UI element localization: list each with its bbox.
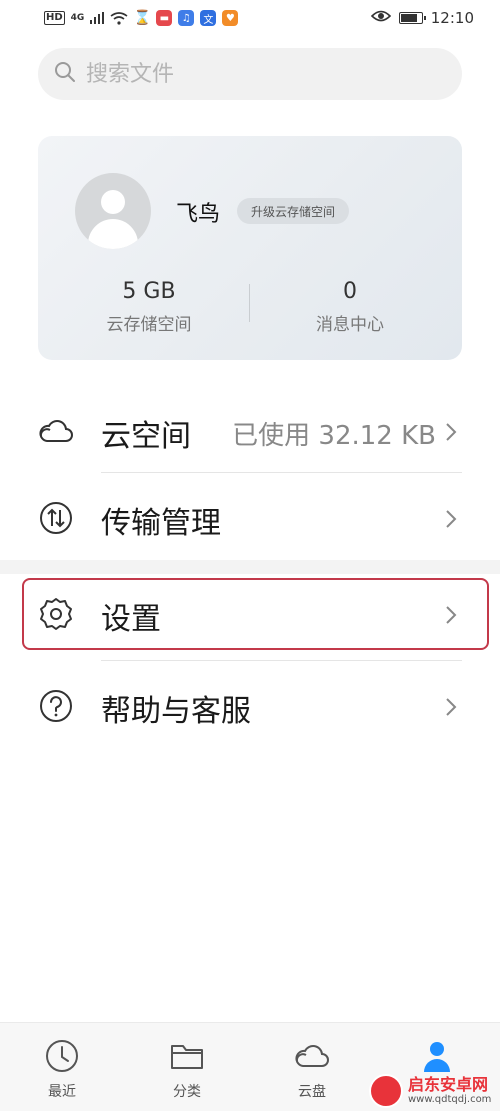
highlight-box — [22, 578, 489, 650]
signal-icon — [90, 12, 105, 24]
chevron-right-icon — [446, 510, 457, 528]
tab-label: 分类 — [173, 1084, 201, 1100]
menu-item-transfer[interactable]: 传输管理 — [0, 480, 500, 556]
status-left: HD 4G ⌛ ▬ ♫ 文 ♥ — [44, 10, 239, 26]
stat-label: 消息中心 — [316, 315, 384, 335]
search-input[interactable] — [86, 61, 426, 87]
menu-label: 传输管理 — [101, 506, 221, 541]
tab-category[interactable]: 分类 — [155, 1037, 219, 1101]
tab-label: 云盘 — [298, 1084, 326, 1100]
watermark-text: 启东安卓网 www.qdtqdj.com — [408, 1074, 492, 1106]
battery-icon — [398, 12, 426, 24]
divider — [101, 660, 462, 661]
chevron-right-icon — [446, 423, 457, 441]
chevron-right-icon — [446, 698, 457, 716]
profile-card: 飞鸟 升级云存储空间 5 GB 云存储空间 0 消息中心 — [38, 136, 462, 360]
search-icon — [54, 61, 76, 87]
upgrade-storage-button[interactable]: 升级云存储空间 — [237, 198, 350, 224]
help-icon — [38, 688, 74, 724]
hourglass-icon: ⌛ — [133, 10, 152, 26]
tab-cloud-drive[interactable]: 云盘 — [280, 1037, 344, 1101]
cloud-icon — [293, 1037, 331, 1075]
stat-cloud-storage[interactable]: 5 GB 云存储空间 — [74, 276, 224, 335]
hd-indicator: HD — [44, 11, 65, 25]
menu-item-help[interactable]: 帮助与客服 — [0, 668, 500, 744]
menu-label: 帮助与客服 — [101, 694, 251, 729]
watermark: 启东安卓网 www.qdtqdj.com — [369, 1070, 500, 1111]
username[interactable]: 飞鸟 — [176, 196, 220, 228]
clock-time: 12:10 — [430, 9, 474, 27]
stat-divider — [249, 284, 250, 322]
watermark-name: 启东安卓网 — [408, 1074, 489, 1094]
transfer-icon — [38, 500, 74, 536]
eye-comfort-icon — [370, 9, 391, 27]
cloud-usage-text: 已使用 32.12 KB — [232, 421, 436, 451]
stat-value: 5 GB — [122, 279, 176, 304]
search-bar[interactable] — [38, 48, 462, 100]
avatar[interactable] — [75, 173, 151, 249]
stat-label: 云存储空间 — [106, 315, 192, 335]
status-right: 12:10 — [370, 9, 474, 27]
music-app-icon: ♫ — [178, 10, 195, 26]
watermark-url: www.qdtqdj.com — [408, 1093, 492, 1105]
menu-label: 云空间 — [101, 419, 191, 454]
red-app-icon: ▬ — [156, 10, 173, 26]
tab-recent[interactable]: 最近 — [30, 1037, 94, 1101]
avatar-head — [101, 190, 125, 214]
translate-app-icon: 文 — [200, 10, 217, 26]
status-bar: HD 4G ⌛ ▬ ♫ 文 ♥ 12:10 — [0, 0, 500, 36]
network-type: 4G — [70, 13, 85, 23]
stat-message-center[interactable]: 0 消息中心 — [275, 276, 425, 335]
orange-app-icon: ♥ — [222, 10, 239, 26]
avatar-body — [88, 219, 138, 249]
cloud-icon — [38, 413, 74, 449]
watermark-logo — [369, 1073, 403, 1108]
stat-value: 0 — [343, 279, 357, 304]
divider — [101, 472, 462, 473]
menu-item-cloud-space[interactable]: 云空间 已使用 32.12 KB — [0, 393, 500, 469]
section-gap — [0, 560, 500, 574]
folder-icon — [168, 1037, 206, 1075]
wifi-icon — [110, 11, 128, 25]
tab-label: 最近 — [48, 1084, 76, 1100]
clock-icon — [43, 1037, 81, 1075]
